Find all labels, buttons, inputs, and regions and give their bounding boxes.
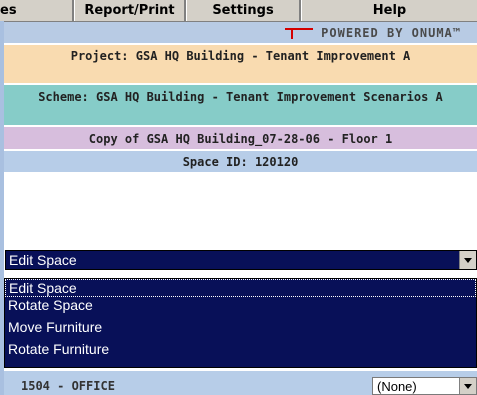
floor-title: Copy of GSA HQ Building_07-28-06 - Floor… bbox=[4, 125, 477, 149]
space-name: 1504 - OFFICE bbox=[21, 379, 115, 393]
option-move-furniture[interactable]: Move Furniture bbox=[5, 319, 476, 341]
project-title: Project: GSA HQ Building - Tenant Improv… bbox=[4, 43, 477, 83]
space-filter-dropdown-button[interactable] bbox=[459, 378, 476, 394]
space-filter-select[interactable]: (None) bbox=[372, 377, 477, 395]
chevron-down-icon bbox=[464, 257, 472, 263]
action-select-dropdown-button[interactable] bbox=[459, 251, 476, 269]
action-dropdown-list: Edit Space Rotate Space Move Furniture R… bbox=[4, 278, 477, 368]
option-rotate-space[interactable]: Rotate Space bbox=[5, 297, 476, 319]
option-rotate-furniture[interactable]: Rotate Furniture bbox=[5, 341, 476, 363]
action-select-value: Edit Space bbox=[9, 252, 77, 268]
space-id-label: Space ID: 120120 bbox=[4, 149, 477, 172]
onuma-logo-icon bbox=[285, 26, 314, 40]
action-select[interactable]: Edit Space bbox=[5, 250, 477, 270]
chevron-down-icon bbox=[464, 383, 472, 389]
menu-tab-bar: es Report/Print Settings Help bbox=[0, 0, 477, 22]
spacer bbox=[4, 172, 477, 248]
tab-settings[interactable]: Settings bbox=[186, 0, 301, 21]
tab-spaces[interactable]: es bbox=[0, 0, 74, 21]
powered-by-banner: POWERED BY ONUMA™ bbox=[4, 22, 477, 43]
scheme-title: Scheme: GSA HQ Building - Tenant Improve… bbox=[4, 83, 477, 125]
tab-help[interactable]: Help bbox=[301, 0, 477, 21]
tab-report-print[interactable]: Report/Print bbox=[74, 0, 186, 21]
powered-by-text: POWERED BY ONUMA™ bbox=[321, 25, 461, 40]
space-filter-value: (None) bbox=[377, 378, 417, 394]
option-edit-space[interactable]: Edit Space bbox=[5, 279, 476, 297]
